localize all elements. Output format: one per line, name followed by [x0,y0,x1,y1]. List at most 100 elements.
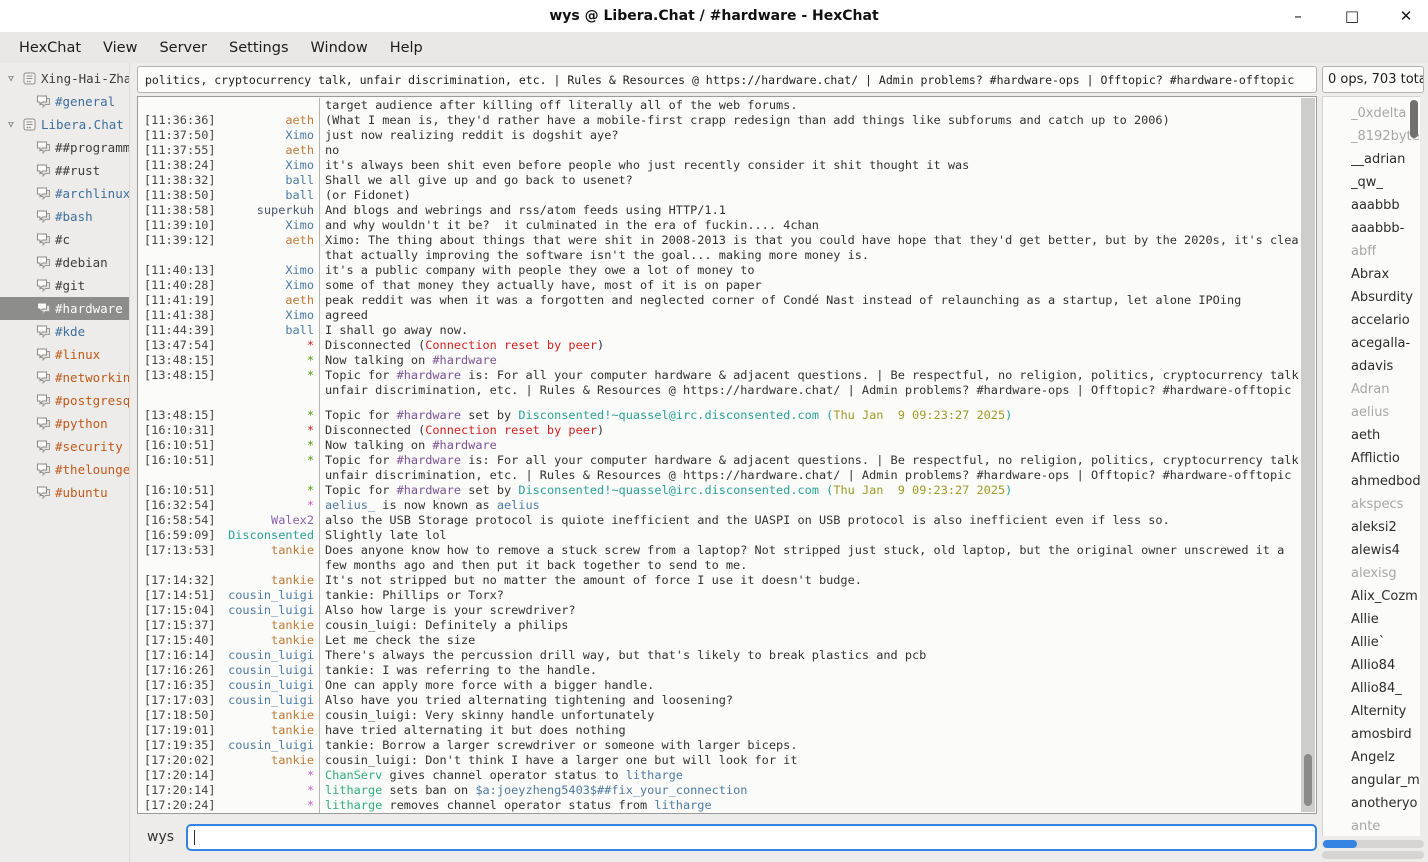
menu-help[interactable]: Help [381,37,432,59]
message-text: few months ago and then put it back toge… [320,558,1300,573]
userlist-item[interactable]: Allio84 [1351,654,1420,677]
userlist-item[interactable]: Alix_Cozm [1351,585,1420,608]
userlist-item[interactable]: ante [1351,815,1420,836]
userlist-item[interactable]: amosbird [1351,723,1420,746]
sidebar-item-ubuntu[interactable]: #ubuntu [0,481,129,504]
userlist-item[interactable]: aaabbb- [1351,217,1420,240]
sidebar-item-c[interactable]: #c [0,228,129,251]
window-title: wys @ Libera.Chat / #hardware - HexChat [0,0,1428,32]
topic-bar[interactable]: politics, cryptocurrency talk, unfair di… [137,66,1317,93]
chat-line: [16:58:54]Walex2also the USB Storage pro… [138,513,1300,528]
minimize-icon[interactable]: – [1284,2,1312,30]
sidebar-item-general[interactable]: #general [0,90,129,113]
sidebar-item-rust[interactable]: ##rust [0,159,129,182]
sidebar-item-networking[interactable]: #networking [0,366,129,389]
sidebar-item-kde[interactable]: #kde [0,320,129,343]
userlist-item[interactable]: alewis4 [1351,539,1420,562]
userlist-item[interactable]: adavis [1351,355,1420,378]
sidebar-item-hardware[interactable]: #hardware [0,297,129,320]
chat-scrollbar[interactable] [1301,98,1315,812]
userlist-item[interactable]: angular_m [1351,769,1420,792]
channel-icon [34,302,52,316]
userlist-hscrollbar-track2[interactable] [1322,851,1424,859]
menu-server[interactable]: Server [150,37,216,59]
chat-line: [17:20:14]*litharge sets ban on $a:joeyz… [138,783,1300,798]
userlist-item[interactable]: alexisg [1351,562,1420,585]
sidebar-item-programming[interactable]: ##programming [0,136,129,159]
userlist-item[interactable]: Alternity [1351,700,1420,723]
message-text: peak reddit was when it was a forgotten … [320,293,1300,308]
sidebar-item-linux[interactable]: #linux [0,343,129,366]
timestamp: [16:10:51] [138,483,216,498]
message-segment: unfair discrimination, etc. | Rules & Re… [325,468,1291,482]
message-segment: set by [461,408,518,422]
expander-icon[interactable]: ▽ [4,74,18,84]
expander-icon[interactable]: ▽ [4,120,18,130]
menu-view[interactable]: View [94,37,146,59]
userlist-item[interactable]: aaabbb [1351,194,1420,217]
sidebar-item-debian[interactable]: #debian [0,251,129,274]
message-input[interactable] [186,824,1317,851]
sidebar-item-python[interactable]: #python [0,412,129,435]
nick: cousin_luigi [216,678,320,693]
userlist-item[interactable]: Allio84_ [1351,677,1420,700]
titlebar: wys @ Libera.Chat / #hardware - HexChat … [0,0,1428,32]
message-segment: (or Fidonet) [325,188,411,202]
message-segment: cousin_luigi: Definitely a philips [325,618,568,632]
menu-hexchat[interactable]: HexChat [10,37,90,59]
userlist-item[interactable]: aleksi2 [1351,516,1420,539]
userlist-item[interactable]: abff [1351,240,1420,263]
message-text: tankie: I was referring to the handle. [320,663,1300,678]
userlist-item[interactable]: acegalla- [1351,332,1420,355]
userlist-item[interactable]: accelario [1351,309,1420,332]
sidebar-item-thelounge[interactable]: #thelounge [0,458,129,481]
sidebar-item-libera.chat[interactable]: ▽Libera.Chat [0,113,129,136]
timestamp: [11:41:19] [138,293,216,308]
userlist-item[interactable]: Abrax [1351,263,1420,286]
nick: * [216,423,320,438]
userlist-scrollbar-thumb[interactable] [1410,100,1418,138]
userlist-item[interactable]: aelius [1351,401,1420,424]
userlist-item[interactable]: Afflictio [1351,447,1420,470]
menu-settings[interactable]: Settings [220,37,297,59]
timestamp: [16:32:54] [138,498,216,513]
sidebar-item-git[interactable]: #git [0,274,129,297]
userlist-hscrollbar[interactable] [1322,840,1424,848]
nick: * [216,408,320,423]
sidebar-item-label: Xing-Hai-Zhan [41,71,129,86]
userlist-hscrollbar-thumb[interactable] [1323,840,1357,848]
message-text: that actually improving the software isn… [320,248,1300,263]
chat-line: that actually improving the software isn… [138,248,1300,263]
chat-line: [11:38:50]ball(or Fidonet) [138,188,1300,203]
menu-window[interactable]: Window [302,37,377,59]
userlist-item[interactable]: ahmedbodi [1351,470,1420,493]
userlist-item[interactable]: Allie` [1351,631,1420,654]
sidebar-item-bash[interactable]: #bash [0,205,129,228]
sidebar-item-security[interactable]: #security [0,435,129,458]
timestamp [138,98,216,113]
chat-line: [16:10:51]*Topic for #hardware is: For a… [138,453,1300,468]
userlist-item[interactable]: _qw_ [1351,171,1420,194]
sidebar-item-xing-hai-zhan[interactable]: ▽ Xing-Hai-Zhan [0,67,129,90]
userlist-item[interactable]: __adrian [1351,148,1420,171]
message-segment: #hardware [432,353,496,367]
message-segment: #hardware [397,408,461,422]
channel-icon [34,371,52,385]
userlist-item[interactable]: Allie [1351,608,1420,631]
message-segment: is: For all your computer hardware & adj… [461,453,1300,467]
sidebar-item-postgresql[interactable]: #postgresql [0,389,129,412]
chat-line: [17:20:24]*litharge removes channel oper… [138,798,1300,813]
maximize-icon[interactable]: □ [1338,2,1366,30]
nick: cousin_luigi [216,603,320,618]
userlist-item[interactable]: Adran [1351,378,1420,401]
userlist-item[interactable]: akspecs [1351,493,1420,516]
chat-scrollbar-thumb[interactable] [1304,754,1312,806]
userlist-item[interactable]: aeth [1351,424,1420,447]
close-icon[interactable]: ✕ [1392,2,1420,30]
userlist-item[interactable]: Absurdity [1351,286,1420,309]
userlist-item[interactable]: Angelz [1351,746,1420,769]
message-segment: Now talking on [325,353,432,367]
sidebar-item-label: #kde [55,324,85,339]
sidebar-item-archlinux[interactable]: #archlinux [0,182,129,205]
userlist-item[interactable]: anotheryo [1351,792,1420,815]
